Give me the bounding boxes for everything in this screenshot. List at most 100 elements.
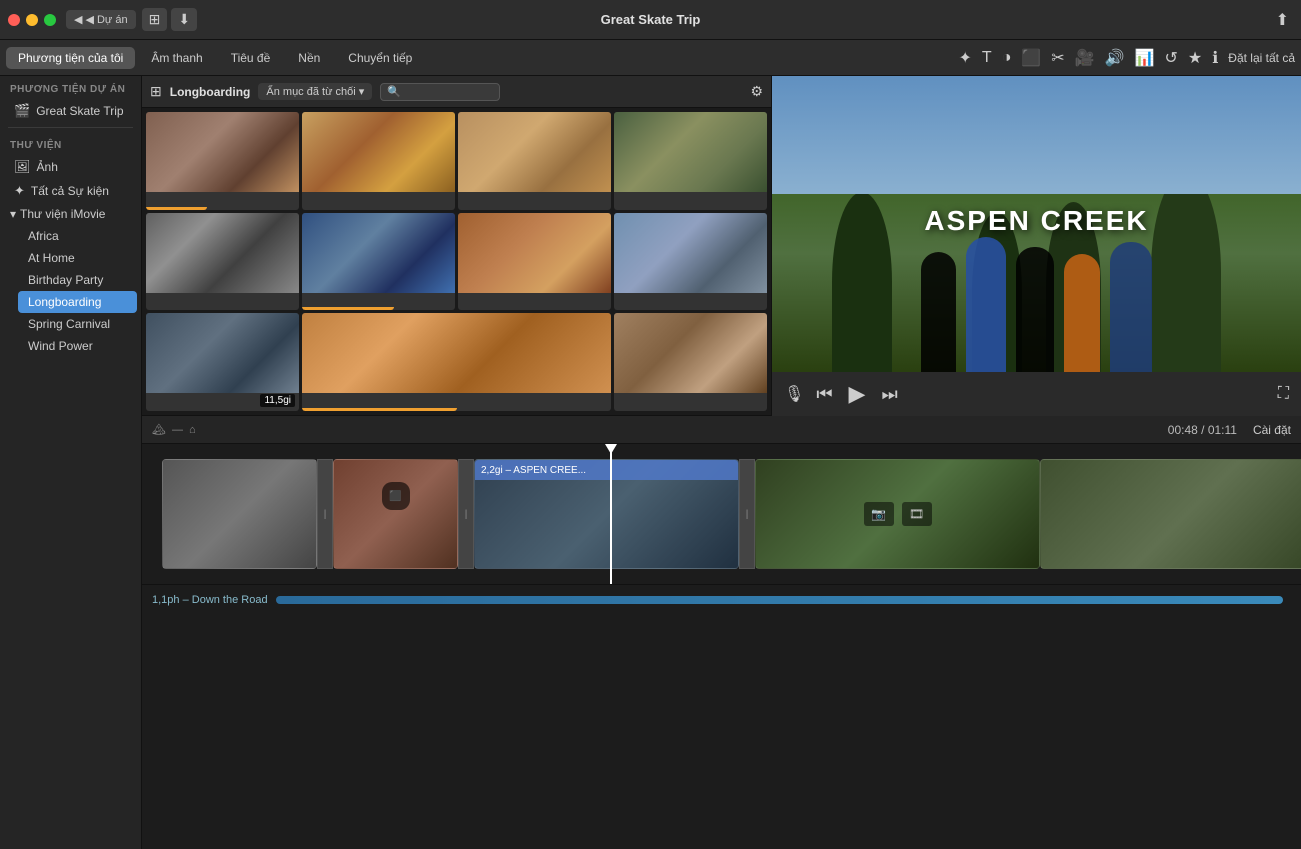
clip-transition-3[interactable]: | [739,459,755,569]
thumb-img-4 [614,112,767,192]
sidebar-item-at-home[interactable]: At Home [18,247,137,269]
import-button[interactable]: ⬇ [171,8,197,31]
clip-transition-1[interactable]: | [317,459,333,569]
tab-title[interactable]: Tiêu đề [219,47,283,69]
thumb-img-9 [146,313,299,393]
magic-wand-icon[interactable]: ✦ [959,48,972,68]
color-tool-icon[interactable]: ◑ [1002,49,1012,67]
playhead[interactable] [610,444,612,584]
sky [772,76,1301,194]
back-button[interactable]: ◀ ◀ Dự án [66,10,136,29]
imovie-library-header[interactable]: ▾ Thư viện iMovie [0,203,141,225]
skip-forward-button[interactable]: ⏭ [877,380,901,409]
preview-background: ASPEN CREEK [772,76,1301,372]
play-button[interactable]: ▶ [845,377,870,411]
toolbar: Phương tiện của tôi Âm thanh Tiêu đề Nền… [0,40,1301,76]
tab-audio[interactable]: Âm thanh [139,47,214,69]
sidebar-item-wind-power[interactable]: Wind Power [18,335,137,357]
sidebar-item-all-events[interactable]: ✦ Tất cả Sự kiện [4,179,137,203]
trim-tool-icon[interactable]: ✂ [1051,48,1064,68]
sidebar-item-spring-carnival[interactable]: Spring Carnival [18,313,137,335]
thumb-bar-10 [302,408,457,411]
chart-tool-icon[interactable]: 📊 [1135,48,1155,68]
home-icon: ⌂ [189,424,196,436]
skip-back-button[interactable]: ⏮ [812,380,836,409]
clip-3-title-bar: 2,2gi – ASPEN CREE... [475,460,738,480]
maximize-button[interactable] [44,14,56,26]
clip-4-icons: 📷 🎞 [864,502,932,526]
media-thumb-3[interactable] [458,112,611,210]
timeline-clip-1[interactable] [162,459,317,569]
zoom-in-icon[interactable]: 🏔 [152,423,166,436]
library-view-button[interactable]: ⊞ [142,8,168,31]
share-button[interactable]: ⬆ [1272,6,1293,34]
media-settings-button[interactable]: ⚙ [750,83,763,100]
timeline-clip-4[interactable]: 📷 🎞 [755,459,1040,569]
titlebar: ◀ ◀ Dự án ⊞ ⬇ Great Skate Trip ⬆ [0,0,1301,40]
thumb-img-2 [302,112,455,192]
info-tool-icon[interactable]: ℹ [1212,48,1218,68]
window-title: Great Skate Trip [601,12,701,27]
media-thumb-4[interactable] [614,112,767,210]
at-home-label: At Home [28,251,75,265]
timeline-settings-button[interactable]: Cài đặt [1253,423,1291,437]
sidebar-item-project[interactable]: 🎬 Great Skate Trip [4,99,137,123]
imovie-library-label: Thư viện iMovie [20,207,105,221]
all-events-label: Tất cả Sự kiện [31,184,109,198]
sidebar-item-photos[interactable]: 🖼 Ảnh [4,155,137,179]
mic-button[interactable]: 🎙 [784,384,804,404]
africa-label: Africa [28,229,59,243]
media-thumb-7[interactable] [458,213,611,311]
timeline-time-display: 00:48 / 01:11 [1168,423,1237,437]
library-section-title: THƯ VIỆN [0,132,141,155]
silhouette-group [772,237,1301,372]
thumb-img-1 [146,112,299,192]
time-label: 00:48 / 01:11 [1168,423,1237,437]
minimize-button[interactable] [26,14,38,26]
sidebar-divider-1 [8,127,133,128]
filter-tool-icon[interactable]: ★ [1188,48,1202,68]
tab-media[interactable]: Phương tiện của tôi [6,47,135,69]
timeline-clip-5[interactable] [1040,459,1301,569]
media-thumb-9[interactable]: 11,5gi [146,313,299,411]
camera-tool-icon[interactable]: 🎥 [1075,48,1095,68]
tab-transition[interactable]: Chuyển tiếp [336,47,424,69]
zoom-level: — [172,424,183,436]
clip-4-film-icon: 🎞 [902,502,932,526]
media-browser: ⊞ Longboarding Ẩn mục đã từ chối ▾ ⚙ [142,76,771,416]
audio-tool-icon[interactable]: 🔊 [1105,48,1125,68]
media-thumb-11[interactable] [614,313,767,411]
reset-all-button[interactable]: Đặt lại tất cả [1228,51,1295,65]
timeline-clip-3[interactable]: 2,2gi – ASPEN CREE... [474,459,739,569]
sidebar-item-africa[interactable]: Africa [18,225,137,247]
timeline-content[interactable]: | ⬛ | 2,2gi – ASPEN CREE... [142,444,1301,849]
media-search-input[interactable] [380,83,500,101]
sidebar-item-longboarding[interactable]: Longboarding [18,291,137,313]
media-thumb-2[interactable] [302,112,455,210]
tab-background[interactable]: Nền [286,47,332,69]
thumb-img-10 [302,313,611,393]
crop-tool-icon[interactable]: ⬛ [1021,48,1041,68]
fullscreen-button[interactable]: ⛶ [1278,385,1289,403]
media-thumb-10[interactable] [302,313,611,411]
media-thumb-1[interactable] [146,112,299,210]
undo-tool-icon[interactable]: ↺ [1164,48,1177,68]
close-button[interactable] [8,14,20,26]
thumb-img-5 [146,213,299,293]
thumb-img-6 [302,213,455,293]
grid-view-button[interactable]: ⊞ [150,83,162,100]
media-thumb-5[interactable] [146,213,299,311]
filter-button[interactable]: Ẩn mục đã từ chối ▾ [258,83,372,100]
person-2 [966,237,1006,372]
media-thumb-8[interactable] [614,213,767,311]
preview-title-text: ASPEN CREEK [924,205,1148,237]
media-thumb-6[interactable] [302,213,455,311]
clip-2-badge: ⬛ [382,482,410,510]
thumb-bar-6 [302,307,394,310]
text-tool-icon[interactable]: T [982,49,992,67]
audio-progress-bar [276,596,1283,604]
toolbar-right: ⬆ [1272,6,1293,34]
timeline-clip-2[interactable]: ⬛ [333,459,458,569]
clip-transition-2[interactable]: | [458,459,474,569]
sidebar-item-birthday-party[interactable]: Birthday Party [18,269,137,291]
